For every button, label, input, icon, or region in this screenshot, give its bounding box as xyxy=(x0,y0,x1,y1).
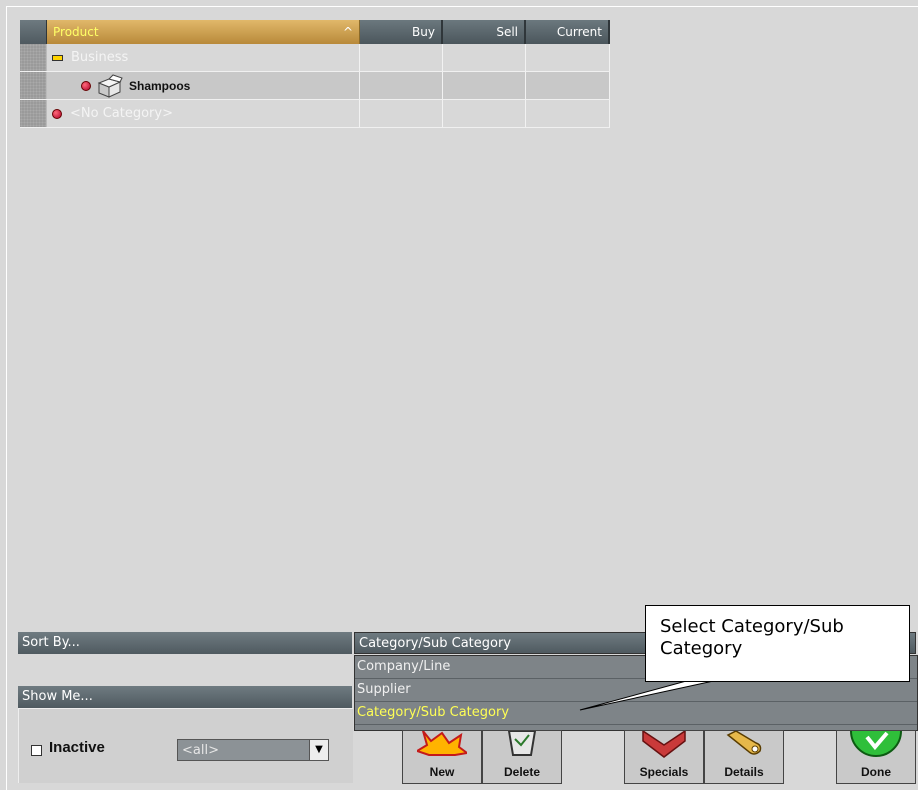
current-cell[interactable] xyxy=(526,44,610,71)
show-me-label: Show Me... xyxy=(18,686,352,708)
sell-cell[interactable] xyxy=(443,44,526,71)
current-cell[interactable] xyxy=(526,100,610,127)
table-row[interactable]: Shampoos xyxy=(20,72,610,100)
gift-icon xyxy=(642,731,686,758)
row-selector[interactable] xyxy=(20,44,47,71)
column-header-buy[interactable]: Buy xyxy=(360,20,443,44)
bullet-icon xyxy=(52,108,62,119)
row-name-cell[interactable]: Business xyxy=(47,44,360,71)
new-button[interactable]: New xyxy=(402,730,482,784)
sort-by-selected-value: Category/Sub Category xyxy=(359,636,512,651)
callout-text: Select Category/Sub Category xyxy=(660,616,844,659)
column-header-sell[interactable]: Sell xyxy=(443,20,526,44)
done-button[interactable]: Done xyxy=(836,730,916,784)
minus-icon[interactable] xyxy=(52,54,63,61)
table-row[interactable]: <No Category> xyxy=(20,100,610,128)
filter-select-value: <all> xyxy=(182,743,219,758)
buy-cell[interactable] xyxy=(360,72,443,99)
column-header-product-label: Product xyxy=(53,25,99,39)
row-name: Business xyxy=(71,50,129,65)
show-me-panel: Inactive <all> ▼ xyxy=(18,708,353,783)
done-button-label: Done xyxy=(861,765,891,779)
inactive-label: Inactive xyxy=(49,739,105,756)
tag-icon xyxy=(726,731,762,755)
new-button-label: New xyxy=(429,765,455,779)
buy-cell[interactable] xyxy=(360,44,443,71)
star-burst-icon xyxy=(417,731,467,756)
sell-cell[interactable] xyxy=(443,100,526,127)
current-cell[interactable] xyxy=(526,72,610,99)
specials-button-label: Specials xyxy=(639,765,689,779)
grid-corner-cell xyxy=(20,20,47,44)
sort-by-label: Sort By... xyxy=(18,632,352,654)
inactive-checkbox[interactable] xyxy=(31,745,42,756)
callout-box: Select Category/Sub Category xyxy=(645,605,910,682)
sort-option-category[interactable]: Category/Sub Category xyxy=(355,702,917,725)
details-button[interactable]: Details xyxy=(704,730,784,784)
delete-button[interactable]: Delete xyxy=(482,730,562,784)
row-name-cell[interactable]: Shampoos xyxy=(47,72,360,99)
column-header-product[interactable]: Product ^ xyxy=(47,20,360,44)
trash-icon xyxy=(507,731,537,756)
filter-select[interactable]: <all> ▼ xyxy=(177,739,329,761)
product-grid: Product ^ Buy Sell Current Business Sham… xyxy=(20,20,610,128)
column-header-current[interactable]: Current xyxy=(526,20,610,44)
details-button-label: Details xyxy=(724,765,764,779)
delete-button-label: Delete xyxy=(503,765,541,779)
row-name-cell[interactable]: <No Category> xyxy=(47,100,360,127)
specials-button[interactable]: Specials xyxy=(624,730,704,784)
checkmark-icon xyxy=(850,731,902,757)
sell-cell[interactable] xyxy=(443,72,526,99)
row-selector[interactable] xyxy=(20,100,47,127)
box-icon xyxy=(97,73,123,98)
table-row[interactable]: Business xyxy=(20,44,610,72)
bullet-icon xyxy=(81,80,91,91)
sort-option-supplier[interactable]: Supplier xyxy=(355,679,917,702)
row-name: <No Category> xyxy=(70,106,173,121)
sort-ascending-icon: ^ xyxy=(342,25,353,39)
grid-header: Product ^ Buy Sell Current xyxy=(20,20,610,44)
chevron-down-icon[interactable]: ▼ xyxy=(309,740,328,760)
row-selector[interactable] xyxy=(20,72,47,99)
row-name: Shampoos xyxy=(129,78,191,93)
buy-cell[interactable] xyxy=(360,100,443,127)
